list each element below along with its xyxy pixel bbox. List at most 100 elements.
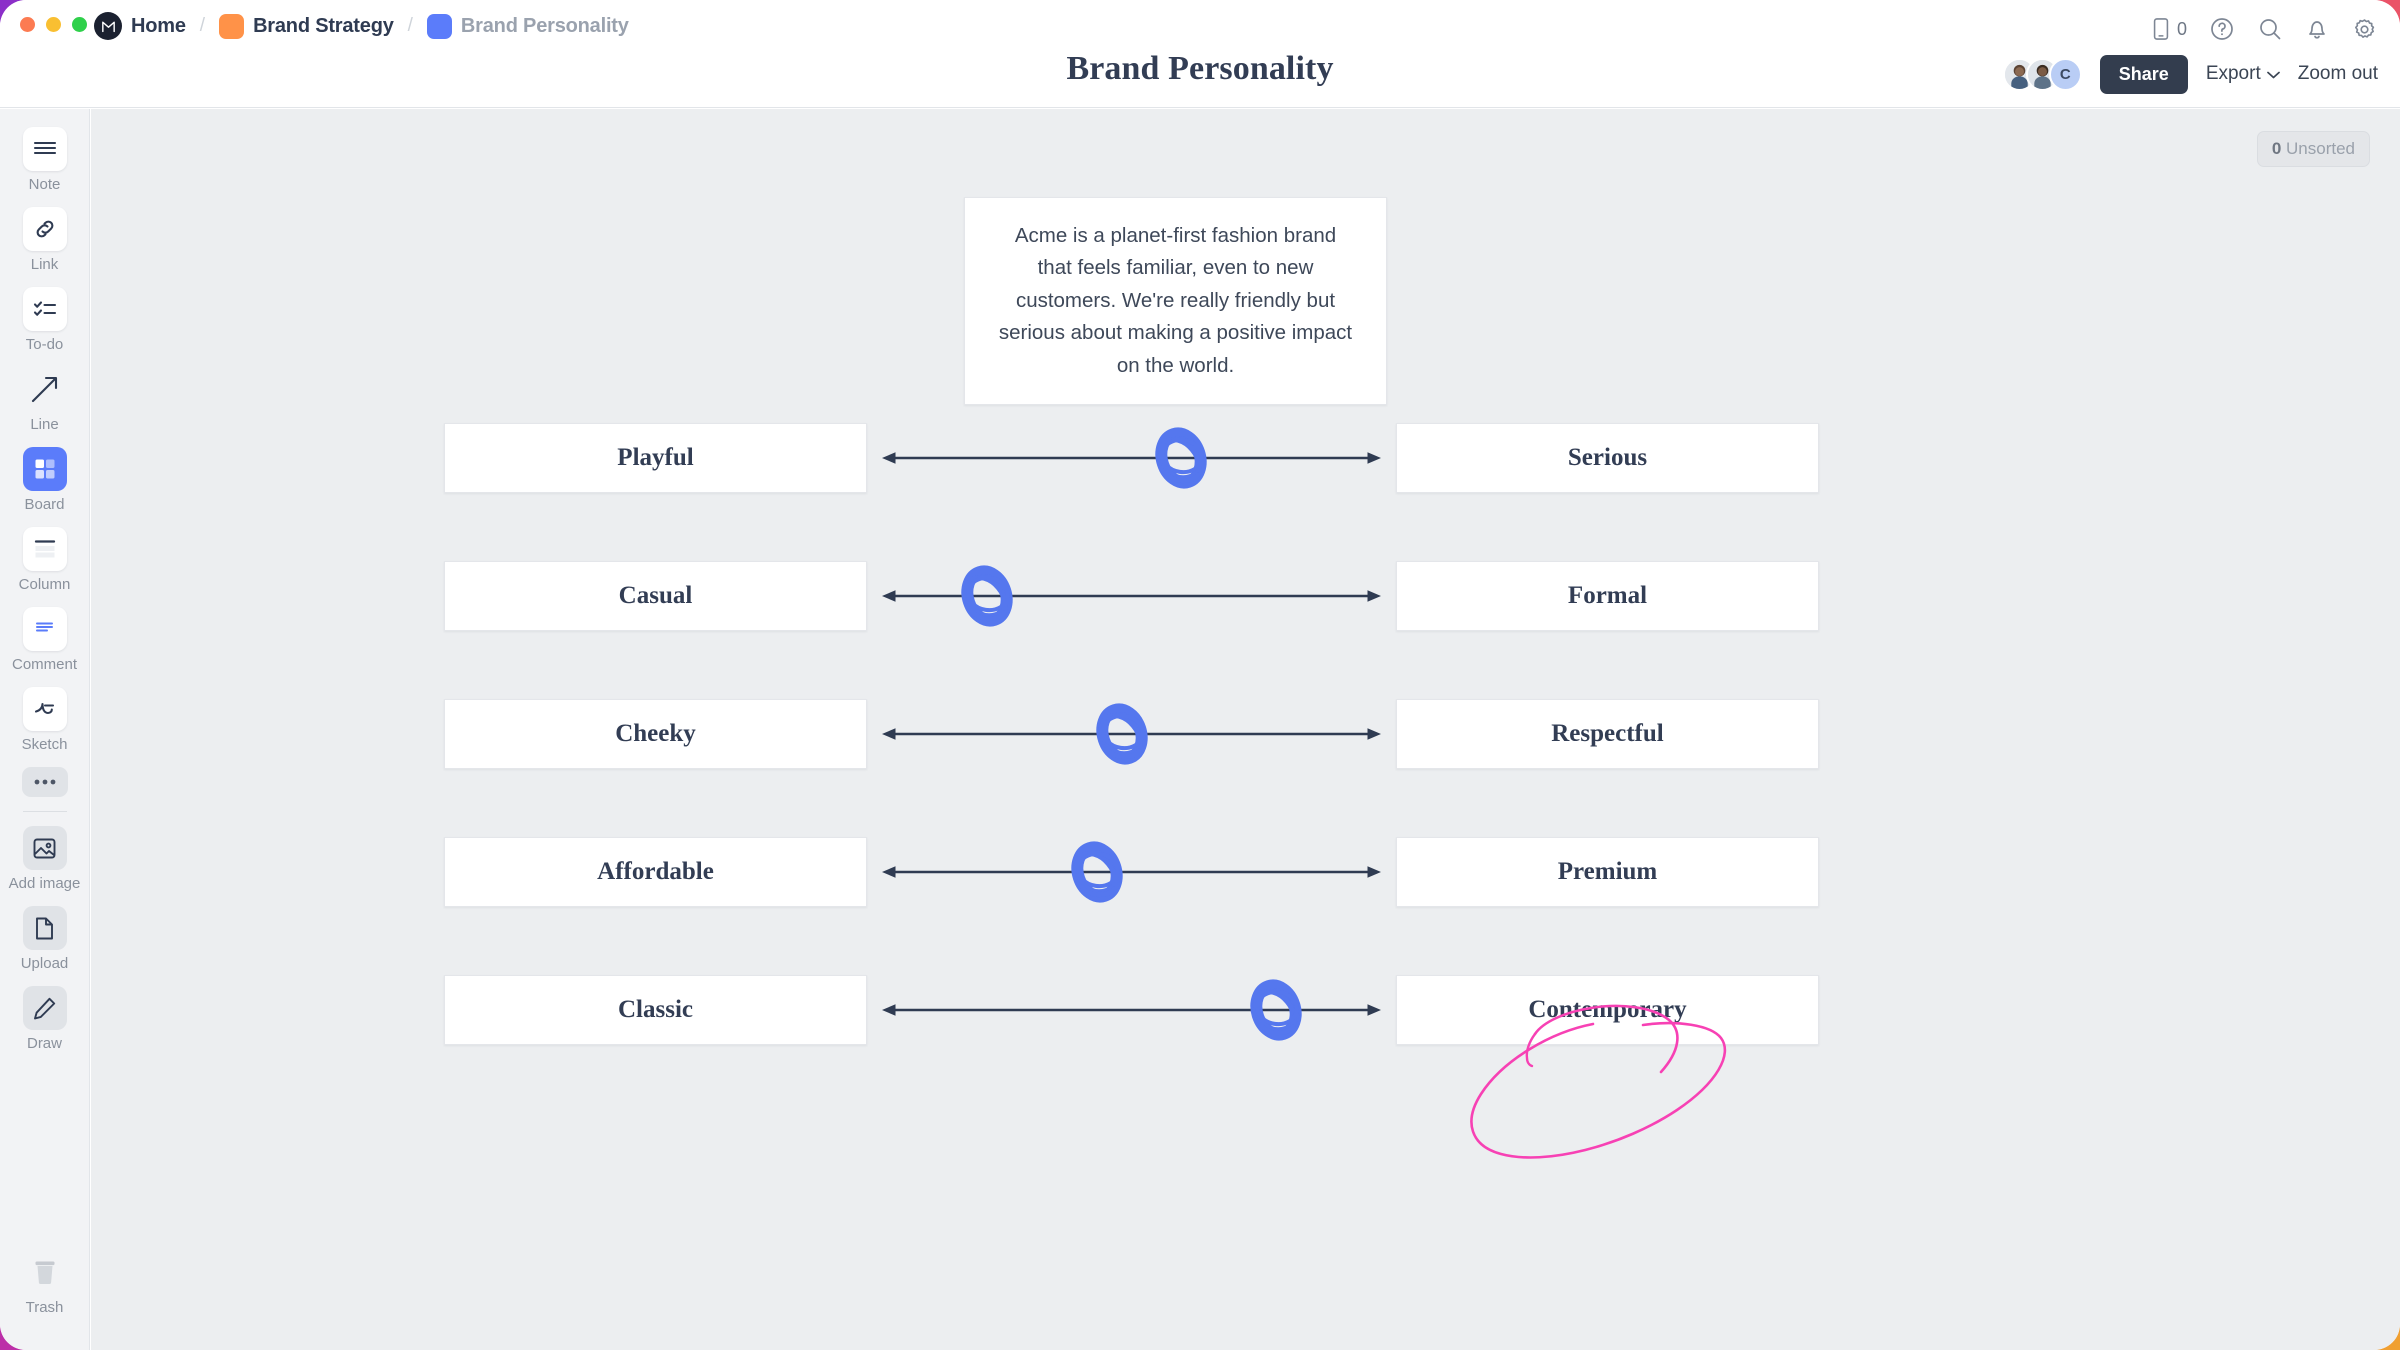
sidebar-item-trash[interactable]: Trash xyxy=(0,1250,89,1316)
breadcrumb-item-home[interactable]: Home xyxy=(94,12,186,40)
pole-card-right[interactable]: Respectful xyxy=(1396,699,1819,769)
board-canvas[interactable]: 0 Unsorted Acme is a planet-first fashio… xyxy=(91,109,2400,1350)
export-button[interactable]: Export xyxy=(2206,63,2280,85)
sidebar-item-sketch[interactable]: Sketch xyxy=(0,687,89,753)
todo-icon xyxy=(22,287,67,331)
double-arrow-icon xyxy=(882,863,1381,881)
sidebar-item-comment[interactable]: Comment xyxy=(0,607,89,673)
header-actions: C Share Export Zoom out xyxy=(2002,54,2378,94)
sidebar-label-sketch: Sketch xyxy=(21,736,68,753)
breadcrumb: Home / Brand Strategy / Brand Personalit… xyxy=(94,9,629,43)
sidebar-label-board: Board xyxy=(24,496,65,513)
sidebar-label-comment: Comment xyxy=(11,656,78,673)
minimize-window-button[interactable] xyxy=(46,17,61,32)
image-icon xyxy=(22,826,67,870)
unsorted-label: Unsorted xyxy=(2286,139,2355,158)
mobile-icon-group[interactable]: 0 xyxy=(2150,17,2187,41)
pole-label-left: Affordable xyxy=(597,858,714,885)
sidebar-item-add-image[interactable]: Add image xyxy=(0,826,89,892)
pole-label-left: Playful xyxy=(617,444,694,471)
sidebar-item-more[interactable] xyxy=(0,767,89,797)
help-icon[interactable] xyxy=(2209,16,2235,42)
app-header: Home / Brand Strategy / Brand Personalit… xyxy=(0,0,2400,108)
double-arrow-icon xyxy=(882,1001,1381,1019)
sidebar-item-link[interactable]: Link xyxy=(0,207,89,273)
table-row: Affordable Premium xyxy=(444,837,1819,907)
sidebar-item-note[interactable]: Note xyxy=(0,127,89,193)
maximize-window-button[interactable] xyxy=(72,17,87,32)
double-arrow-icon xyxy=(882,725,1381,743)
breadcrumb-label-home: Home xyxy=(131,14,186,37)
breadcrumb-item-brand-personality[interactable]: Brand Personality xyxy=(426,13,629,39)
sidebar-item-line[interactable]: Line xyxy=(0,367,89,433)
window-traffic-lights xyxy=(20,17,87,32)
notifications-icon[interactable] xyxy=(2305,16,2329,42)
sidebar-item-column[interactable]: Column xyxy=(0,527,89,593)
pole-card-left[interactable]: Cheeky xyxy=(444,699,867,769)
sidebar-item-draw[interactable]: Draw xyxy=(0,986,89,1052)
pole-card-right[interactable]: Contemporary xyxy=(1396,975,1819,1045)
trash-icon xyxy=(23,1250,67,1294)
pole-card-right[interactable]: Formal xyxy=(1396,561,1819,631)
pole-label-left: Cheeky xyxy=(615,720,696,747)
sketch-icon xyxy=(22,687,67,731)
close-window-button[interactable] xyxy=(20,17,35,32)
pole-label-left: Casual xyxy=(618,582,693,609)
pole-label-right: Serious xyxy=(1567,444,1648,471)
avatar-user-3[interactable]: C xyxy=(2048,57,2082,91)
breadcrumb-separator: / xyxy=(199,15,206,36)
mobile-device-count: 0 xyxy=(2176,18,2187,39)
search-icon[interactable] xyxy=(2257,16,2283,42)
table-row: Classic Contemporary xyxy=(444,975,1819,1045)
pole-card-left[interactable]: Affordable xyxy=(444,837,867,907)
comment-icon xyxy=(22,607,67,651)
sidebar-label-link: Link xyxy=(30,256,59,273)
mobile-icon[interactable] xyxy=(2150,17,2172,41)
header-icon-group: 0 xyxy=(2150,12,2378,46)
sidebar-item-todo[interactable]: To-do xyxy=(0,287,89,353)
slider-track[interactable] xyxy=(882,423,1381,493)
slider-track[interactable] xyxy=(882,975,1381,1045)
pole-label-right: Formal xyxy=(1567,582,1648,609)
settings-icon[interactable] xyxy=(2351,16,2378,43)
breadcrumb-label-brand-personality: Brand Personality xyxy=(460,14,629,37)
sidebar-label-line: Line xyxy=(30,416,59,433)
sidebar-label-add-image: Add image xyxy=(8,875,81,892)
breadcrumb-label-brand-strategy: Brand Strategy xyxy=(253,14,394,37)
sidebar-item-upload[interactable]: Upload xyxy=(0,906,89,972)
description-card[interactable]: Acme is a planet-first fashion brand tha… xyxy=(964,197,1387,405)
sidebar-label-upload: Upload xyxy=(20,955,69,972)
slider-track[interactable] xyxy=(882,837,1381,907)
unsorted-badge[interactable]: 0 Unsorted xyxy=(2256,131,2370,167)
slider-track[interactable] xyxy=(882,699,1381,769)
pencil-icon xyxy=(22,986,67,1030)
sidebar-label-draw: Draw xyxy=(26,1035,62,1052)
sidebar-label-todo: To-do xyxy=(25,336,64,353)
sidebar-label-column: Column xyxy=(18,576,71,593)
pole-card-left[interactable]: Classic xyxy=(444,975,867,1045)
pole-card-right[interactable]: Serious xyxy=(1396,423,1819,493)
table-row: Playful Serious xyxy=(444,423,1819,493)
pole-card-left[interactable]: Casual xyxy=(444,561,867,631)
slider-track[interactable] xyxy=(882,561,1381,631)
pole-card-left[interactable]: Playful xyxy=(444,423,867,493)
chevron-down-icon xyxy=(2266,63,2280,85)
zoom-out-button[interactable]: Zoom out xyxy=(2298,63,2378,85)
collaborator-avatars[interactable]: C xyxy=(2002,57,2082,91)
left-toolbar: Note Link To-do Line Board Column Commen… xyxy=(0,109,90,1350)
board-icon xyxy=(22,447,67,491)
upload-file-icon xyxy=(22,906,67,950)
link-icon xyxy=(22,207,67,251)
breadcrumb-item-brand-strategy[interactable]: Brand Strategy xyxy=(219,13,394,39)
description-text: Acme is a planet-first fashion brand tha… xyxy=(998,224,1353,377)
sidebar-item-board[interactable]: Board xyxy=(0,447,89,513)
personality-sliders: Playful Serious Casual Formal Cheeky Res… xyxy=(444,423,1819,1113)
column-icon xyxy=(22,527,67,571)
pole-label-right: Contemporary xyxy=(1528,996,1687,1023)
orange-board-icon xyxy=(219,13,245,39)
double-arrow-icon xyxy=(882,587,1381,605)
share-button[interactable]: Share xyxy=(2099,54,2188,94)
pole-card-right[interactable]: Premium xyxy=(1396,837,1819,907)
blue-board-icon xyxy=(426,13,452,39)
export-label: Export xyxy=(2205,63,2261,84)
